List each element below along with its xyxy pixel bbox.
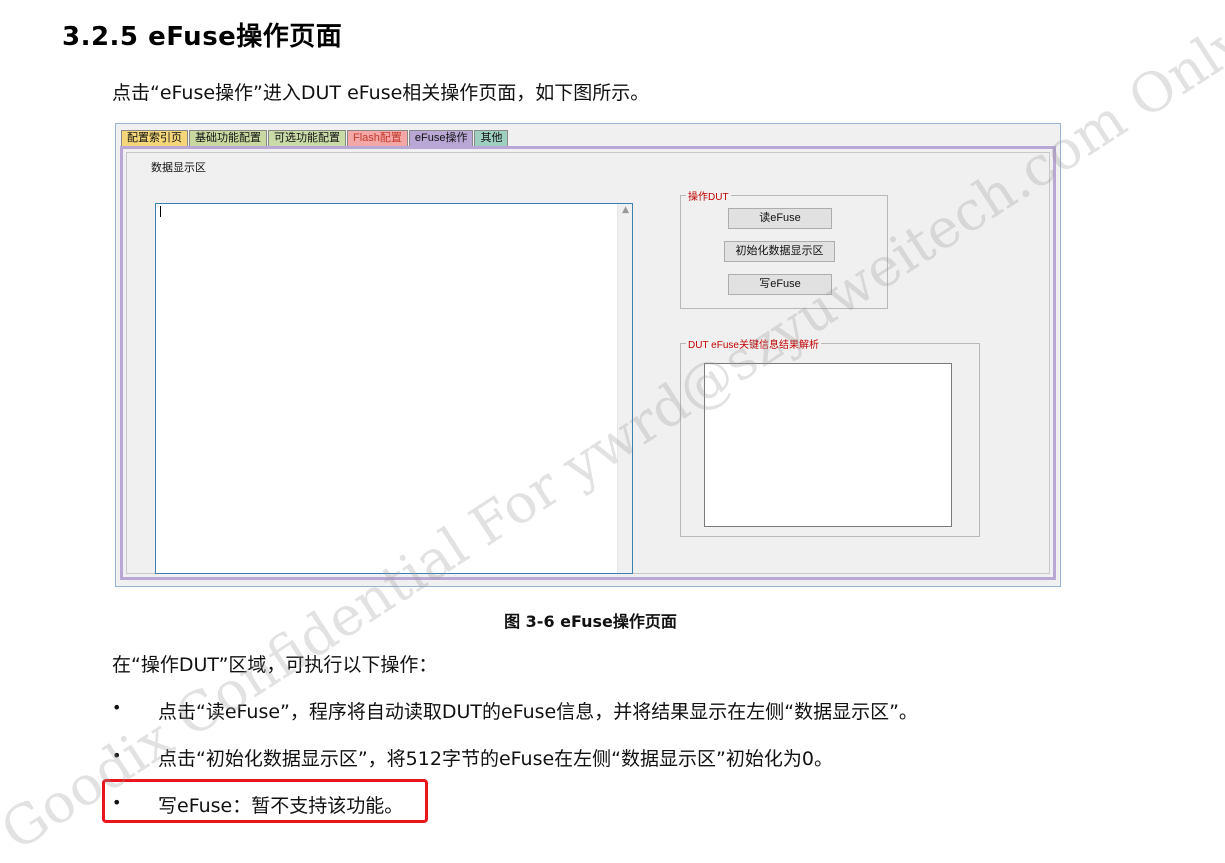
efuse-app-window: 配置索引页 基础功能配置 可选功能配置 Flash配置 eFuse操作 其他 数… (115, 123, 1061, 587)
efuse-result-group-title: DUT eFuse关键信息结果解析 (686, 336, 821, 351)
tab-config-index[interactable]: 配置索引页 (121, 130, 188, 147)
efuse-result-group: DUT eFuse关键信息结果解析 (680, 336, 980, 537)
vertical-scrollbar[interactable]: ▲ (617, 204, 632, 573)
data-area-label: 数据显示区 (151, 162, 206, 174)
efuse-result-textbox[interactable] (704, 363, 952, 527)
section-text: 在“操作DUT”区域，可执行以下操作： (112, 654, 438, 676)
bullet-marker: • (112, 746, 122, 765)
bullet-marker: • (112, 698, 122, 717)
highlight-box (102, 779, 428, 823)
scroll-up-arrow-icon[interactable]: ▲ (622, 205, 629, 215)
figure-caption: 图 3-6 eFuse操作页面 (504, 612, 677, 631)
efuse-tab-panel: 数据显示区 ▲ 操作DUT 读eFuse 初始化数据显示区 写eFuse DUT… (120, 146, 1056, 580)
bullet-read-efuse: 点击“读eFuse”，程序将自动读取DUT的eFuse信息，并将结果显示在左侧“… (158, 701, 918, 723)
write-efuse-button[interactable]: 写eFuse (728, 274, 832, 295)
tab-flash-config[interactable]: Flash配置 (347, 130, 408, 147)
operate-dut-group-title: 操作DUT (686, 188, 731, 203)
tab-other[interactable]: 其他 (474, 130, 509, 147)
tab-efuse-operation[interactable]: eFuse操作 (408, 130, 474, 147)
section-heading: 3.2.5 eFuse操作页面 (62, 22, 343, 52)
bullet-init-data-area: 点击“初始化数据显示区”，将512字节的eFuse在左侧“数据显示区”初始化为0… (158, 748, 833, 770)
tab-strip: 配置索引页 基础功能配置 可选功能配置 Flash配置 eFuse操作 其他 (121, 130, 509, 147)
text-caret (160, 206, 161, 217)
read-efuse-button[interactable]: 读eFuse (728, 208, 832, 229)
operate-dut-group: 操作DUT 读eFuse 初始化数据显示区 写eFuse (680, 188, 888, 309)
init-data-area-button[interactable]: 初始化数据显示区 (724, 241, 835, 262)
data-display-textarea[interactable]: ▲ (155, 203, 633, 574)
tab-basic-function[interactable]: 基础功能配置 (189, 130, 267, 147)
tab-optional-function[interactable]: 可选功能配置 (268, 130, 346, 147)
intro-paragraph: 点击“eFuse操作”进入DUT eFuse相关操作页面，如下图所示。 (112, 82, 650, 104)
